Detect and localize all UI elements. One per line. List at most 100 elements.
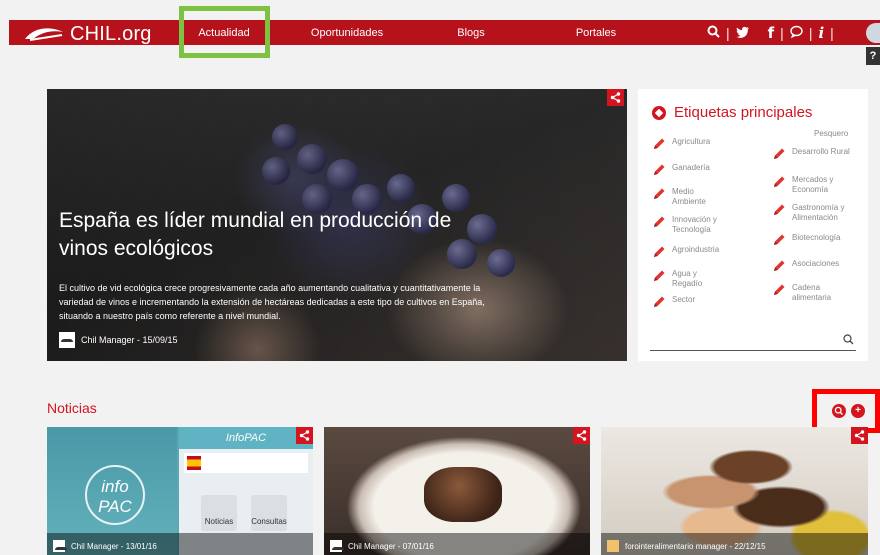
- tag-agua-regadio[interactable]: Agua y Regadío: [652, 269, 718, 289]
- tag-label: Innovación y Tecnología: [672, 215, 717, 234]
- infopac-logo: info PAC: [85, 465, 145, 525]
- tile-label: Consultas: [251, 517, 287, 526]
- tag-label: Mercados y Economía: [792, 175, 834, 194]
- author-avatar: [330, 540, 344, 552]
- card-author-text: forointeralimentario manager - 22/12/15: [625, 541, 766, 551]
- pencil-icon: [654, 188, 665, 199]
- tag-cadena-alimentaria[interactable]: Cadena alimentaria: [772, 283, 862, 303]
- search-news-icon[interactable]: [832, 404, 846, 418]
- tag-label: Agricultura: [672, 137, 711, 146]
- flag-icon: [187, 456, 201, 470]
- steak-shape: [424, 467, 502, 522]
- gov-banner: [184, 453, 308, 473]
- tag-label: Desarrollo Rural: [792, 147, 850, 156]
- tag-agricultura[interactable]: Agricultura: [652, 137, 710, 151]
- hero-description: El cultivo de vid ecológica crece progre…: [59, 283, 485, 321]
- tag-label: Pesquero: [814, 129, 849, 138]
- share-icon[interactable]: [851, 427, 868, 444]
- pencil-icon: [774, 204, 785, 215]
- pencil-icon: [774, 260, 785, 271]
- header-icons: | f | | i |: [707, 22, 840, 44]
- logo-swoosh-icon: [25, 28, 63, 41]
- tag-label: Agroindustria: [672, 245, 720, 254]
- tag-medio-ambiente[interactable]: Medio Ambiente: [652, 187, 722, 207]
- share-icon[interactable]: [607, 89, 624, 106]
- pencil-icon: [774, 176, 785, 187]
- tag-gastronomia[interactable]: Gastronomía y Alimentación: [772, 203, 864, 223]
- card-author[interactable]: Chil Manager - 07/01/16: [330, 540, 434, 552]
- separator: |: [830, 25, 834, 41]
- tag-label: Ganadería: [672, 163, 710, 172]
- facebook-icon[interactable]: f: [768, 24, 775, 42]
- user-avatar[interactable]: [866, 23, 880, 43]
- separator: |: [808, 25, 813, 41]
- tile-label: Noticias: [204, 517, 234, 526]
- tags-heading: Etiquetas principales: [652, 104, 812, 121]
- tag-label: Sector: [672, 295, 696, 304]
- tag-innovacion[interactable]: Innovación y Tecnología: [652, 215, 730, 235]
- site-logo[interactable]: CHIL.org: [24, 22, 152, 46]
- add-news-icon[interactable]: +: [851, 404, 865, 418]
- tag-desarrollo-rural[interactable]: Desarrollo Rural: [772, 147, 862, 161]
- search-icon[interactable]: [843, 334, 854, 348]
- tag-pesquero[interactable]: Pesquero: [794, 129, 848, 139]
- nav-item-oportunidades[interactable]: Oportunidades: [297, 22, 397, 44]
- author-avatar: [607, 540, 619, 552]
- nav-item-actualidad[interactable]: Actualidad: [186, 22, 262, 44]
- tags-title: Etiquetas principales: [674, 104, 813, 121]
- pencil-icon: [774, 234, 785, 245]
- tag-ganaderia[interactable]: Ganadería: [652, 163, 710, 177]
- hero-author-text: Chil Manager - 15/09/15: [81, 335, 178, 345]
- hero-title[interactable]: España es líder mundial en producción de…: [59, 207, 479, 263]
- pencil-icon: [774, 148, 785, 159]
- pencil-icon: [654, 138, 665, 149]
- hero-author[interactable]: Chil Manager - 15/09/15: [59, 332, 178, 348]
- card-author-text: Chil Manager - 13/01/16: [71, 541, 157, 551]
- card-author[interactable]: Chil Manager - 13/01/16: [53, 540, 157, 552]
- pencil-icon: [774, 284, 785, 295]
- tag-label: Cadena alimentaria: [792, 283, 832, 302]
- tags-panel: Etiquetas principales Agricultura Ganade…: [638, 89, 868, 361]
- separator: |: [726, 25, 730, 41]
- tag-mercados[interactable]: Mercados y Economía: [772, 175, 862, 195]
- tag-icon: [652, 105, 666, 120]
- twitter-icon[interactable]: [736, 25, 750, 41]
- card-author[interactable]: forointeralimentario manager - 22/12/15: [607, 540, 766, 552]
- tag-sector[interactable]: Sector: [652, 295, 695, 309]
- tag-asociaciones[interactable]: Asociaciones: [772, 259, 839, 273]
- author-avatar: [53, 540, 67, 552]
- section-title-noticias: Noticias: [47, 400, 97, 416]
- info-icon[interactable]: i: [818, 24, 824, 42]
- news-card[interactable]: Chil Manager - 07/01/16: [324, 427, 590, 555]
- pencil-icon: [654, 270, 665, 281]
- nav-item-portales[interactable]: Portales: [566, 22, 626, 44]
- share-icon[interactable]: [296, 427, 313, 444]
- tag-label: Biotecnología: [792, 233, 841, 242]
- nav-item-blogs[interactable]: Blogs: [446, 22, 496, 44]
- tag-agroindustria[interactable]: Agroindustria: [652, 245, 719, 259]
- separator: |: [780, 25, 784, 41]
- card-author-text: Chil Manager - 07/01/16: [348, 541, 434, 551]
- tag-label: Agua y Regadío: [672, 269, 703, 288]
- chat-icon[interactable]: [790, 25, 803, 41]
- pencil-icon: [654, 216, 665, 227]
- tile-consultas: Consultas: [251, 495, 287, 531]
- logo-text: CHIL.org: [70, 23, 152, 45]
- tags-search-input[interactable]: [650, 334, 856, 351]
- tag-label: Gastronomía y Alimentación: [792, 203, 845, 222]
- pencil-icon: [654, 164, 665, 175]
- author-avatar: [59, 332, 75, 348]
- news-card[interactable]: info PAC InfoPAC Noticias Consultas Chil…: [47, 427, 313, 555]
- tile-noticias: Noticias: [201, 495, 237, 531]
- tag-label: Medio Ambiente: [672, 187, 706, 206]
- featured-article[interactable]: España es líder mundial en producción de…: [47, 89, 627, 361]
- pencil-icon: [654, 296, 665, 307]
- infopac-logo-text: info PAC: [98, 477, 132, 516]
- tag-biotecnologia[interactable]: Biotecnología: [772, 233, 840, 247]
- news-card[interactable]: forointeralimentario manager - 22/12/15: [601, 427, 868, 555]
- tag-label: Asociaciones: [792, 259, 840, 268]
- infopac-header: InfoPAC: [179, 427, 313, 449]
- help-button[interactable]: ?: [866, 47, 880, 65]
- search-icon[interactable]: [707, 25, 720, 41]
- share-icon[interactable]: [573, 427, 590, 444]
